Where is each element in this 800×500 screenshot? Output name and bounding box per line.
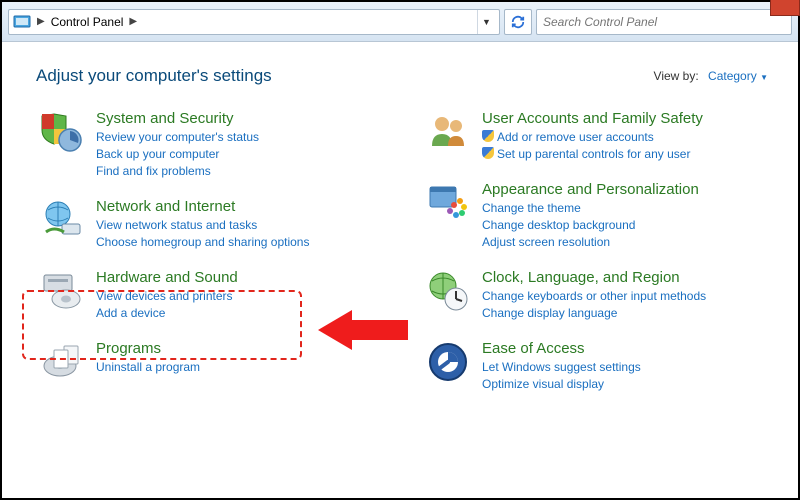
category-link[interactable]: Add a device bbox=[96, 305, 238, 322]
toolbar: ▶ Control Panel ▶ ▼ bbox=[2, 2, 798, 42]
search-input[interactable] bbox=[543, 15, 785, 29]
category-link[interactable]: Let Windows suggest settings bbox=[482, 359, 641, 376]
view-by-label: View by: bbox=[654, 69, 699, 83]
chevron-right-icon[interactable]: ▶ bbox=[129, 16, 137, 27]
category-link[interactable]: Adjust screen resolution bbox=[482, 234, 699, 251]
category-link[interactable]: View network status and tasks bbox=[96, 217, 309, 234]
uac-shield-icon bbox=[482, 130, 494, 142]
category-title[interactable]: Network and Internet bbox=[96, 198, 309, 215]
uac-shield-icon bbox=[482, 147, 494, 159]
category-programs: Programs Uninstall a program bbox=[36, 334, 382, 396]
view-by: View by: Category ▼ bbox=[654, 69, 768, 83]
category-hardware-sound: Hardware and Sound View devices and prin… bbox=[36, 263, 382, 334]
system-security-icon bbox=[40, 110, 84, 154]
category-link[interactable]: Choose homegroup and sharing options bbox=[96, 234, 309, 251]
category-ease-of-access: Ease of Access Let Windows suggest setti… bbox=[422, 334, 768, 405]
page-title: Adjust your computer's settings bbox=[36, 66, 272, 86]
left-column: System and Security Review your computer… bbox=[36, 104, 382, 405]
chevron-down-icon: ▼ bbox=[760, 73, 768, 82]
category-link[interactable]: Change display language bbox=[482, 305, 706, 322]
link-text: Add or remove user accounts bbox=[497, 130, 654, 144]
network-internet-icon bbox=[40, 198, 84, 242]
address-dropdown-button[interactable]: ▼ bbox=[477, 10, 495, 34]
link-text: Set up parental controls for any user bbox=[497, 147, 690, 161]
category-user-accounts: User Accounts and Family Safety Add or r… bbox=[422, 104, 768, 175]
category-link[interactable]: Optimize visual display bbox=[482, 376, 641, 393]
category-clock-language: Clock, Language, and Region Change keybo… bbox=[422, 263, 768, 334]
control-panel-icon bbox=[13, 13, 31, 31]
category-title[interactable]: Ease of Access bbox=[482, 340, 641, 357]
category-title[interactable]: User Accounts and Family Safety bbox=[482, 110, 703, 127]
refresh-button[interactable] bbox=[504, 9, 532, 35]
category-title[interactable]: Appearance and Personalization bbox=[482, 181, 699, 198]
programs-icon bbox=[40, 340, 84, 384]
hardware-sound-icon bbox=[40, 269, 84, 313]
ease-of-access-icon bbox=[426, 340, 470, 384]
clock-language-icon bbox=[426, 269, 470, 313]
view-by-value: Category bbox=[708, 69, 757, 83]
category-title[interactable]: Hardware and Sound bbox=[96, 269, 238, 286]
category-title[interactable]: Programs bbox=[96, 340, 200, 357]
category-title[interactable]: System and Security bbox=[96, 110, 259, 127]
appearance-icon bbox=[426, 181, 470, 225]
address-bar[interactable]: ▶ Control Panel ▶ ▼ bbox=[8, 9, 500, 35]
breadcrumb-location[interactable]: Control Panel bbox=[51, 15, 124, 29]
category-title[interactable]: Clock, Language, and Region bbox=[482, 269, 706, 286]
category-link[interactable]: Change the theme bbox=[482, 200, 699, 217]
right-column: User Accounts and Family Safety Add or r… bbox=[422, 104, 768, 405]
category-system-security: System and Security Review your computer… bbox=[36, 104, 382, 192]
category-link[interactable]: Find and fix problems bbox=[96, 163, 259, 180]
category-link[interactable]: Uninstall a program bbox=[96, 359, 200, 376]
category-link[interactable]: Set up parental controls for any user bbox=[482, 146, 703, 163]
window-close-button[interactable] bbox=[770, 0, 800, 16]
category-link[interactable]: Add or remove user accounts bbox=[482, 129, 703, 146]
category-link[interactable]: Back up your computer bbox=[96, 146, 259, 163]
category-link[interactable]: Review your computer's status bbox=[96, 129, 259, 146]
category-appearance: Appearance and Personalization Change th… bbox=[422, 175, 768, 263]
view-by-dropdown[interactable]: Category ▼ bbox=[708, 69, 768, 83]
user-accounts-icon bbox=[426, 110, 470, 154]
search-box[interactable] bbox=[536, 9, 792, 35]
category-network-internet: Network and Internet View network status… bbox=[36, 192, 382, 263]
category-link[interactable]: Change keyboards or other input methods bbox=[482, 288, 706, 305]
category-link[interactable]: View devices and printers bbox=[96, 288, 238, 305]
chevron-right-icon: ▶ bbox=[37, 16, 45, 27]
category-link[interactable]: Change desktop background bbox=[482, 217, 699, 234]
